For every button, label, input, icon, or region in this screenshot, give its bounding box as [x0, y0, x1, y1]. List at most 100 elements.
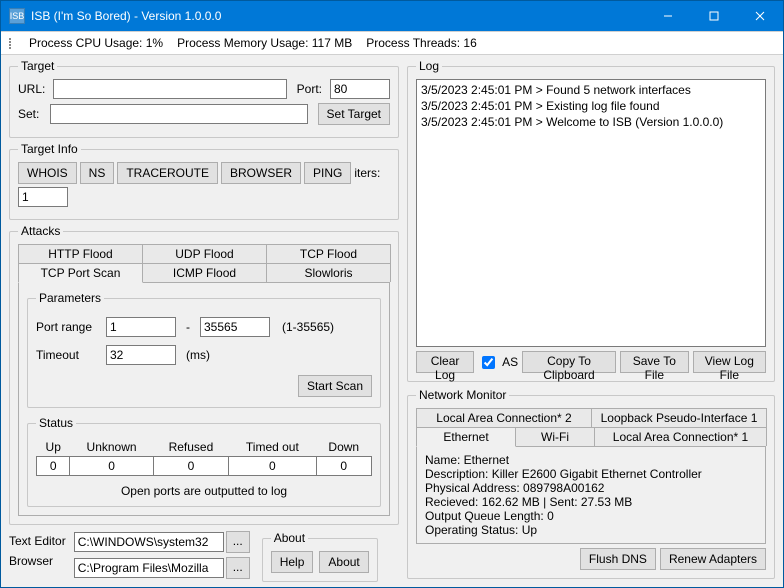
view-log-file-button[interactable]: View Log File: [693, 351, 766, 373]
tab-lac1[interactable]: Local Area Connection* 1: [594, 427, 767, 446]
target-info-legend: Target Info: [18, 142, 81, 156]
status-table: Up Unknown Refused Timed out Down 0 0 0: [36, 438, 372, 476]
nm-rx-tx: Recieved: 162.62 MB | Sent: 27.53 MB: [425, 495, 757, 509]
close-button[interactable]: [737, 1, 783, 31]
tab-ethernet[interactable]: Ethernet: [416, 427, 516, 447]
status-legend: Status: [36, 416, 76, 430]
iters-label: iters:: [354, 166, 380, 180]
log-line: 3/5/2023 2:45:01 PM > Found 5 network in…: [421, 82, 761, 98]
right-column: Log 3/5/2023 2:45:01 PM > Found 5 networ…: [407, 59, 775, 579]
tab-slowloris[interactable]: Slowloris: [266, 263, 391, 282]
port-to-input[interactable]: [200, 317, 270, 337]
titlebar: ISB ISB (I'm So Bored) - Version 1.0.0.0: [1, 1, 783, 31]
tab-tcp-port-scan[interactable]: TCP Port Scan: [18, 263, 143, 283]
about-button[interactable]: About: [319, 551, 368, 573]
save-to-file-button[interactable]: Save To File: [620, 351, 689, 373]
autoscroll-checkbox[interactable]: [482, 356, 495, 369]
app-icon: ISB: [9, 8, 25, 24]
status-header-down: Down: [316, 438, 371, 457]
status-up: 0: [37, 457, 70, 476]
ping-button[interactable]: PING: [304, 162, 351, 184]
port-from-input[interactable]: [106, 317, 176, 337]
attack-tabs: HTTP Flood UDP Flood TCP Flood TCP Port …: [18, 244, 390, 516]
target-info-group: Target Info WHOIS NS TRACEROUTE BROWSER …: [9, 142, 399, 220]
left-column: Target URL: Port: Set: Set Target Target…: [9, 59, 399, 579]
text-editor-browse-button[interactable]: ...: [226, 531, 250, 553]
help-button[interactable]: Help: [271, 551, 314, 573]
about-legend: About: [271, 531, 308, 545]
browser-browse-button[interactable]: ...: [226, 557, 250, 579]
tab-lac2[interactable]: Local Area Connection* 2: [416, 408, 592, 427]
log-line: 3/5/2023 2:45:01 PM > Existing log file …: [421, 98, 761, 114]
tab-loopback[interactable]: Loopback Pseudo-Interface 1: [591, 408, 767, 427]
content-area: Target URL: Port: Set: Set Target Target…: [1, 55, 783, 587]
iters-input[interactable]: [18, 187, 68, 207]
port-range-label: Port range: [36, 320, 102, 334]
autoscroll-label: AS: [502, 355, 518, 369]
url-label: URL:: [18, 82, 45, 96]
timeout-label: Timeout: [36, 348, 102, 362]
copy-clipboard-button[interactable]: Copy To Clipboard: [522, 351, 616, 373]
browser-path-input[interactable]: [74, 558, 224, 578]
tab-udp-flood[interactable]: UDP Flood: [142, 244, 267, 263]
clear-log-button[interactable]: Clear Log: [416, 351, 474, 373]
status-row: 0 0 0 0 0: [37, 457, 372, 476]
status-threads: Process Threads: 16: [366, 36, 477, 50]
port-input[interactable]: [330, 79, 390, 99]
nm-description: Description: Killer E2600 Gigabit Ethern…: [425, 467, 757, 481]
nm-output-queue: Output Queue Length: 0: [425, 509, 757, 523]
status-note: Open ports are outputted to log: [36, 484, 372, 498]
nm-name: Name: Ethernet: [425, 453, 757, 467]
attacks-group: Attacks HTTP Flood UDP Flood TCP Flood T…: [9, 224, 399, 525]
tab-http-flood[interactable]: HTTP Flood: [18, 244, 143, 263]
minimize-button[interactable]: [645, 1, 691, 31]
maximize-button[interactable]: [691, 1, 737, 31]
app-window: ISB ISB (I'm So Bored) - Version 1.0.0.0…: [0, 0, 784, 588]
flush-dns-button[interactable]: Flush DNS: [580, 548, 656, 570]
network-monitor-legend: Network Monitor: [416, 388, 509, 402]
url-input[interactable]: [53, 79, 286, 99]
renew-adapters-button[interactable]: Renew Adapters: [660, 548, 766, 570]
start-scan-button[interactable]: Start Scan: [298, 375, 372, 397]
status-down: 0: [316, 457, 371, 476]
target-legend: Target: [18, 59, 57, 73]
browser-path-label: Browser: [9, 554, 66, 568]
timeout-unit: (ms): [186, 348, 210, 362]
ns-button[interactable]: NS: [80, 162, 115, 184]
whois-button[interactable]: WHOIS: [18, 162, 77, 184]
status-unknown: 0: [70, 457, 153, 476]
status-header-refused: Refused: [153, 438, 229, 457]
log-group: Log 3/5/2023 2:45:01 PM > Found 5 networ…: [407, 59, 775, 382]
text-editor-label: Text Editor: [9, 534, 66, 548]
about-group: About Help About: [262, 531, 378, 582]
text-editor-input[interactable]: [74, 532, 224, 552]
port-range-hint: (1-35565): [282, 320, 334, 334]
status-refused: 0: [153, 457, 229, 476]
toolbar-grip: [9, 38, 13, 49]
window-title: ISB (I'm So Bored) - Version 1.0.0.0: [31, 9, 645, 23]
status-memory: Process Memory Usage: 117 MB: [177, 36, 352, 50]
status-group: Status Up Unknown Refused Timed out Down: [27, 416, 381, 507]
nm-op-status: Operating Status: Up: [425, 523, 757, 537]
timeout-input[interactable]: [106, 345, 176, 365]
status-header-timedout: Timed out: [229, 438, 316, 457]
set-label: Set:: [18, 107, 42, 121]
attack-tabpanel: Parameters Port range - (1-35565) Timeou…: [18, 282, 390, 516]
window-controls: [645, 1, 783, 31]
network-monitor-group: Network Monitor Local Area Connection* 2…: [407, 388, 775, 579]
status-header-unknown: Unknown: [70, 438, 153, 457]
nm-physical-address: Physical Address: 089798A00162: [425, 481, 757, 495]
tab-wifi[interactable]: Wi-Fi: [515, 427, 595, 446]
traceroute-button[interactable]: TRACEROUTE: [117, 162, 218, 184]
network-monitor-panel: Name: Ethernet Description: Killer E2600…: [416, 446, 766, 544]
parameters-legend: Parameters: [36, 291, 104, 305]
browser-button[interactable]: BROWSER: [221, 162, 301, 184]
tab-icmp-flood[interactable]: ICMP Flood: [142, 263, 267, 282]
set-target-button[interactable]: Set Target: [318, 103, 390, 125]
bottom-row: Text Editor Browser ... ... About: [9, 531, 399, 582]
tab-tcp-flood[interactable]: TCP Flood: [266, 244, 391, 263]
log-line: 3/5/2023 2:45:01 PM > Welcome to ISB (Ve…: [421, 114, 761, 130]
set-input[interactable]: [50, 104, 308, 124]
log-textarea[interactable]: 3/5/2023 2:45:01 PM > Found 5 network in…: [416, 79, 766, 347]
status-bar: Process CPU Usage: 1% Process Memory Usa…: [1, 31, 783, 55]
